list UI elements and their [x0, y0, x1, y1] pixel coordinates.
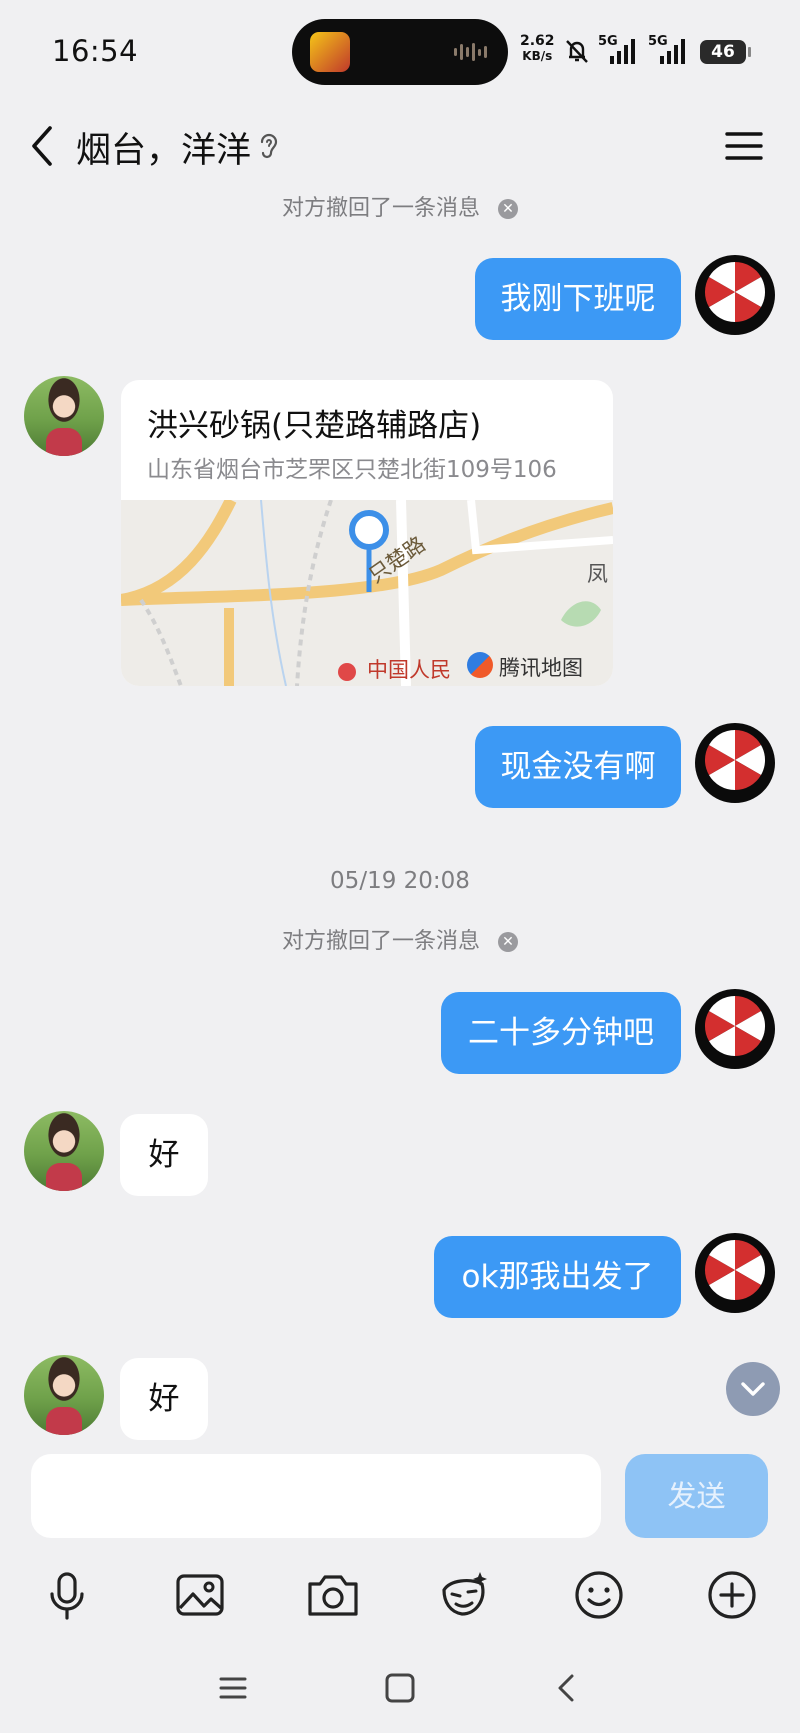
- back-arrow-icon[interactable]: [26, 124, 62, 168]
- game-app-icon: [310, 32, 350, 72]
- contact-avatar[interactable]: [24, 1111, 104, 1191]
- recall-notice: 对方撤回了一条消息 ✕: [0, 190, 800, 222]
- map-poi-label: 中国人民: [367, 658, 451, 682]
- chevron-down-icon: [741, 1382, 765, 1396]
- my-avatar[interactable]: [695, 723, 775, 803]
- sent-message-bubble[interactable]: 现金没有啊: [475, 726, 681, 808]
- sent-message-bubble[interactable]: 我刚下班呢: [475, 258, 681, 340]
- emoji-icon[interactable]: [570, 1566, 628, 1624]
- menu-icon[interactable]: [724, 126, 764, 166]
- umbrella-logo-icon: [704, 730, 766, 790]
- net-speed: 2.62 KB/s: [520, 33, 555, 64]
- message-input[interactable]: [31, 1454, 601, 1538]
- status-bar: 16:54 2.62 KB/s 5G 5G 46: [0, 0, 800, 100]
- dynamic-island[interactable]: [292, 19, 508, 85]
- signal-icon-1: [610, 39, 635, 64]
- message-timestamp: 05/19 20:08: [330, 868, 470, 894]
- close-icon[interactable]: ✕: [498, 932, 518, 952]
- mute-bell-icon: [566, 40, 588, 63]
- umbrella-logo-icon: [704, 1240, 766, 1300]
- battery-indicator: 46: [700, 40, 751, 64]
- contact-avatar[interactable]: [24, 376, 104, 456]
- my-avatar[interactable]: [695, 989, 775, 1069]
- map-brand-label: 腾讯地图: [499, 656, 583, 680]
- tencent-map-logo-icon: [467, 652, 493, 678]
- composer-toolbar: [0, 1556, 800, 1656]
- contact-avatar[interactable]: [24, 1355, 104, 1435]
- location-card[interactable]: 洪兴砂锅(只楚路辅路店) 山东省烟台市芝罘区只楚北街109号106 只楚路 凤 …: [121, 380, 613, 686]
- home-icon[interactable]: [380, 1668, 420, 1708]
- location-address: 山东省烟台市芝罘区只楚北街109号106: [147, 457, 557, 483]
- microphone-icon[interactable]: [38, 1566, 96, 1624]
- send-button[interactable]: 发送: [625, 1454, 768, 1538]
- recent-apps-icon[interactable]: [213, 1668, 253, 1708]
- chat-title: 烟台，洋洋: [76, 131, 252, 171]
- my-avatar[interactable]: [695, 1233, 775, 1313]
- umbrella-logo-icon: [704, 996, 766, 1056]
- back-nav-icon[interactable]: [546, 1668, 586, 1708]
- audio-wave-icon: [454, 43, 488, 61]
- received-message-bubble[interactable]: 好: [120, 1358, 208, 1440]
- my-avatar[interactable]: [695, 255, 775, 335]
- scroll-to-bottom-button[interactable]: [726, 1362, 780, 1416]
- status-time: 16:54: [52, 34, 139, 68]
- camera-icon[interactable]: [304, 1566, 362, 1624]
- close-icon[interactable]: ✕: [498, 199, 518, 219]
- signal-icon-2: [660, 39, 685, 64]
- plus-icon[interactable]: [703, 1566, 761, 1624]
- earpiece-mode-icon[interactable]: [256, 130, 282, 162]
- sent-message-bubble[interactable]: ok那我出发了: [434, 1236, 681, 1318]
- sticker-mask-icon[interactable]: [436, 1566, 494, 1624]
- location-name: 洪兴砂锅(只楚路辅路店): [147, 408, 482, 444]
- received-message-bubble[interactable]: 好: [120, 1114, 208, 1196]
- system-nav-bar: [0, 1660, 800, 1733]
- chat-header: 烟台，洋洋: [0, 104, 800, 188]
- recall-notice: 对方撤回了一条消息 ✕: [0, 923, 800, 955]
- location-map[interactable]: 只楚路 凤 中国人民 腾讯地图: [121, 500, 613, 686]
- sent-message-bubble[interactable]: 二十多分钟吧: [441, 992, 681, 1074]
- umbrella-logo-icon: [704, 262, 766, 322]
- map-area-label: 凤: [587, 562, 608, 586]
- image-icon[interactable]: [171, 1566, 229, 1624]
- composer: 发送: [0, 1442, 800, 1562]
